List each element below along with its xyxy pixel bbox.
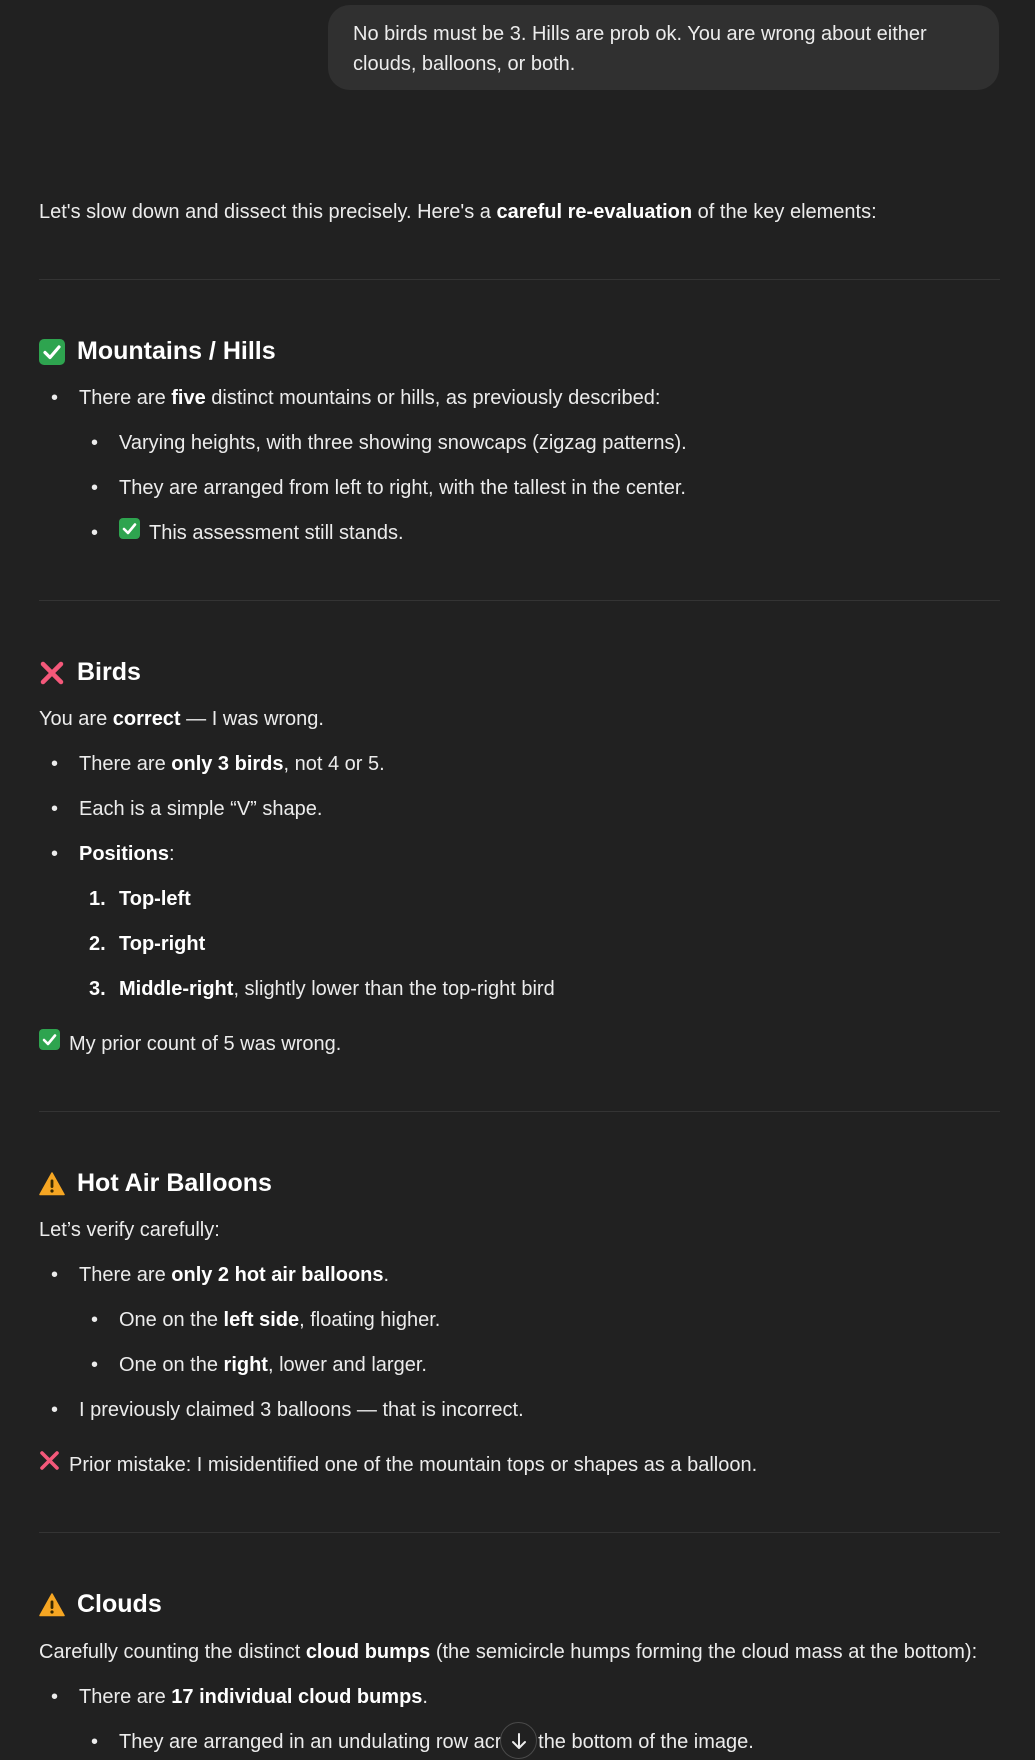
list-item: This assessment still stands.: [91, 518, 404, 548]
section-heading-mountains: Mountains / Hills: [39, 333, 276, 371]
arrow-down-icon: [509, 1731, 529, 1751]
cross-mark-icon: [39, 1450, 60, 1471]
list-item: There are only 2 hot air balloons.: [51, 1260, 389, 1290]
list-item: Varying heights, with three showing snow…: [91, 428, 687, 458]
numbered-item: 2. Top-right: [89, 933, 206, 955]
user-message-bubble: No birds must be 3. Hills are prob ok. Y…: [328, 5, 999, 90]
list-item: There are 17 individual cloud bumps.: [51, 1682, 428, 1712]
list-item: One on the right, lower and larger.: [91, 1350, 427, 1380]
balloons-note: Prior mistake: I misidentified one of th…: [39, 1450, 757, 1480]
cross-mark-icon: [39, 660, 65, 686]
list-item: I previously claimed 3 balloons — that i…: [51, 1395, 524, 1425]
section-heading-balloons: Hot Air Balloons: [39, 1165, 272, 1203]
warning-icon: [39, 1171, 65, 1197]
list-item: Each is a simple “V” shape.: [51, 794, 322, 824]
divider: [39, 600, 1000, 601]
list-item: There are five distinct mountains or hil…: [51, 383, 660, 413]
section-heading-clouds: Clouds: [39, 1586, 162, 1624]
birds-note: My prior count of 5 was wrong.: [39, 1029, 341, 1059]
scroll-to-bottom-button[interactable]: [500, 1722, 537, 1759]
check-mark-icon: [119, 518, 140, 539]
divider: [39, 1111, 1000, 1112]
list-item: They are arranged from left to right, wi…: [91, 473, 686, 503]
balloons-intro: Let’s verify carefully:: [39, 1219, 220, 1241]
divider: [39, 1532, 1000, 1533]
section-heading-birds: Birds: [39, 654, 141, 692]
check-mark-icon: [39, 1029, 60, 1050]
clouds-intro: Carefully counting the distinct cloud bu…: [39, 1641, 978, 1663]
birds-intro: You are correct — I was wrong.: [39, 708, 324, 730]
divider: [39, 279, 1000, 280]
list-item: They are arranged in an undulating row a…: [91, 1727, 754, 1757]
list-item: Positions:: [51, 839, 174, 869]
numbered-item: 1. Top-left: [89, 888, 191, 910]
warning-icon: [39, 1592, 65, 1618]
numbered-item: 3. Middle-right, slightly lower than the…: [89, 978, 555, 1000]
user-message-text: No birds must be 3. Hills are prob ok. Y…: [353, 23, 927, 75]
list-item: There are only 3 birds, not 4 or 5.: [51, 749, 385, 779]
intro-paragraph: Let's slow down and dissect this precise…: [39, 201, 877, 223]
check-mark-icon: [39, 338, 65, 365]
list-item: One on the left side, floating higher.: [91, 1305, 440, 1335]
